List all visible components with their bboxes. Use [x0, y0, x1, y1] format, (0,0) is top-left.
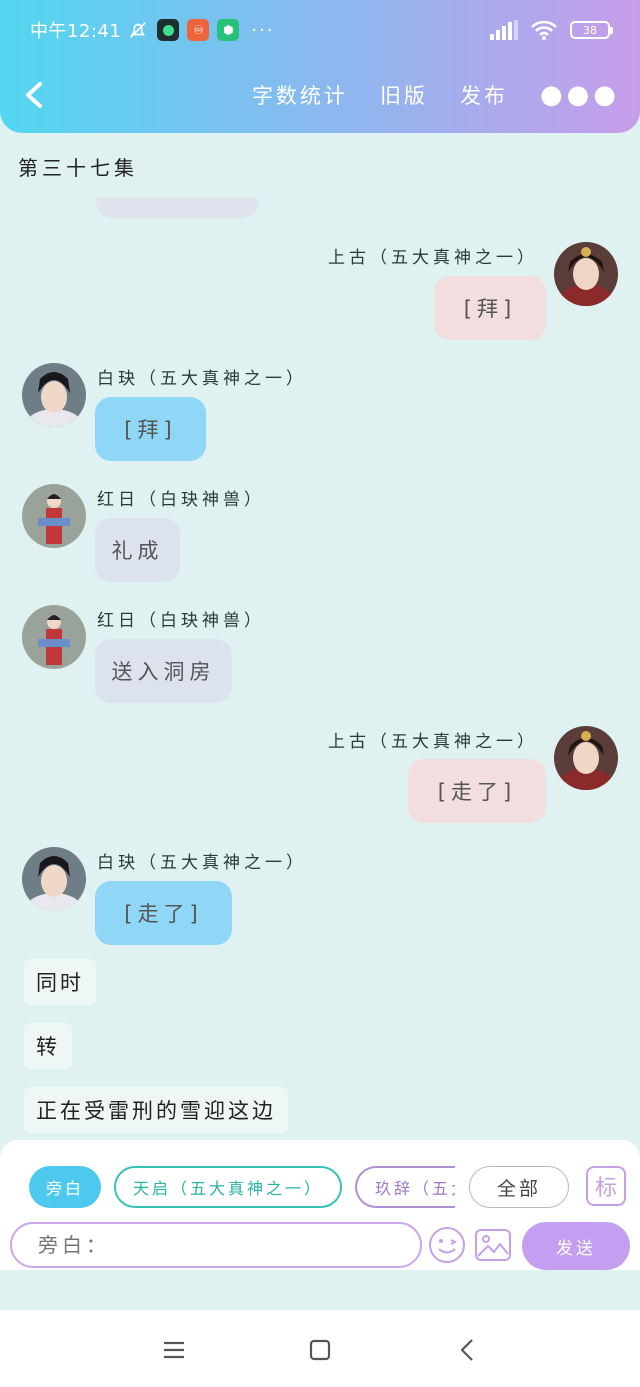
speaker-name: 上古（五大真神之一） — [328, 248, 538, 268]
menu-icon[interactable] — [160, 1336, 188, 1364]
message-bubble[interactable]: [走了] — [95, 881, 232, 945]
avatar-shanggu[interactable] — [554, 726, 618, 790]
avatar-hongri[interactable] — [22, 605, 86, 669]
battery-level: 38 — [583, 23, 597, 37]
message-bubble[interactable]: [拜] — [95, 397, 206, 461]
app-notification-icon — [157, 19, 180, 41]
battery-indicator: 38 — [570, 21, 613, 39]
image-icon[interactable] — [474, 1226, 512, 1264]
more-menu-button[interactable]: ●●● — [540, 80, 620, 110]
app-header: 中午12:41 ♾ ⬢ ··· 38 字数统计 旧版 发布 ●●● — [0, 0, 640, 133]
speaker-name: 红日（白玦神兽） — [97, 490, 265, 510]
speaker-name: 上古（五大真神之一） — [328, 732, 538, 752]
avatar-baijue[interactable] — [22, 363, 86, 427]
system-back-icon[interactable] — [454, 1336, 482, 1364]
avatar-baijue[interactable] — [22, 847, 86, 911]
security-shield-icon: ⬢ — [217, 19, 240, 41]
old-version-button[interactable]: 旧版 — [380, 80, 428, 110]
smiley-face-icon[interactable] — [428, 1226, 466, 1264]
status-bar: 中午12:41 ♾ ⬢ ··· 38 — [30, 16, 613, 44]
word-count-button[interactable]: 字数统计 — [252, 80, 348, 110]
role-chip-tianqi[interactable]: 天启（五大真神之一） — [114, 1166, 342, 1208]
message-bubble[interactable]: [走了] — [408, 759, 546, 823]
narration-line[interactable]: 正在受雷刑的雪迎这边 — [24, 1087, 288, 1133]
status-time: 中午12:41 — [30, 21, 122, 42]
speaker-name: 红日（白玦神兽） — [97, 611, 265, 631]
send-button[interactable]: 发送 — [522, 1222, 630, 1270]
speaker-name: 白玦（五大真神之一） — [97, 369, 307, 389]
message-bubble[interactable]: 送入洞房 — [95, 639, 232, 703]
mark-button[interactable]: 标 — [586, 1166, 626, 1206]
narration-line[interactable]: 同时 — [24, 959, 96, 1005]
signal-icon — [490, 20, 518, 40]
wifi-icon — [531, 20, 557, 40]
system-nav-bar — [0, 1310, 640, 1387]
message-bubble[interactable]: 礼成 — [95, 518, 180, 582]
role-chip-all[interactable]: 全部 — [469, 1166, 569, 1208]
avatar-hongri[interactable] — [22, 484, 86, 548]
compose-panel: 旁白 天启（五大真神之一） 玖辞（五大 全部 标 发送 — [0, 1140, 640, 1270]
message-input[interactable] — [10, 1222, 422, 1268]
narration-line[interactable]: 转 — [24, 1023, 72, 1069]
speaker-name: 白玦（五大真神之一） — [97, 853, 307, 873]
partial-message-bubble — [96, 198, 258, 218]
app-notification-icon-2: ♾ — [187, 19, 210, 41]
avatar-shanggu[interactable] — [554, 242, 618, 306]
mute-bell-icon — [130, 22, 147, 38]
chevron-left-icon[interactable] — [22, 80, 46, 110]
role-chip-jiuci[interactable]: 玖辞（五大 — [355, 1166, 455, 1208]
message-bubble[interactable]: [拜] — [434, 276, 546, 340]
role-chip-narrator[interactable]: 旁白 — [29, 1166, 101, 1208]
episode-title: 第三十七集 — [18, 156, 138, 180]
top-nav: 字数统计 旧版 发布 ●●● — [0, 70, 640, 120]
publish-button[interactable]: 发布 — [460, 80, 508, 110]
square-home-icon[interactable] — [306, 1336, 334, 1364]
status-more: ··· — [251, 19, 275, 41]
